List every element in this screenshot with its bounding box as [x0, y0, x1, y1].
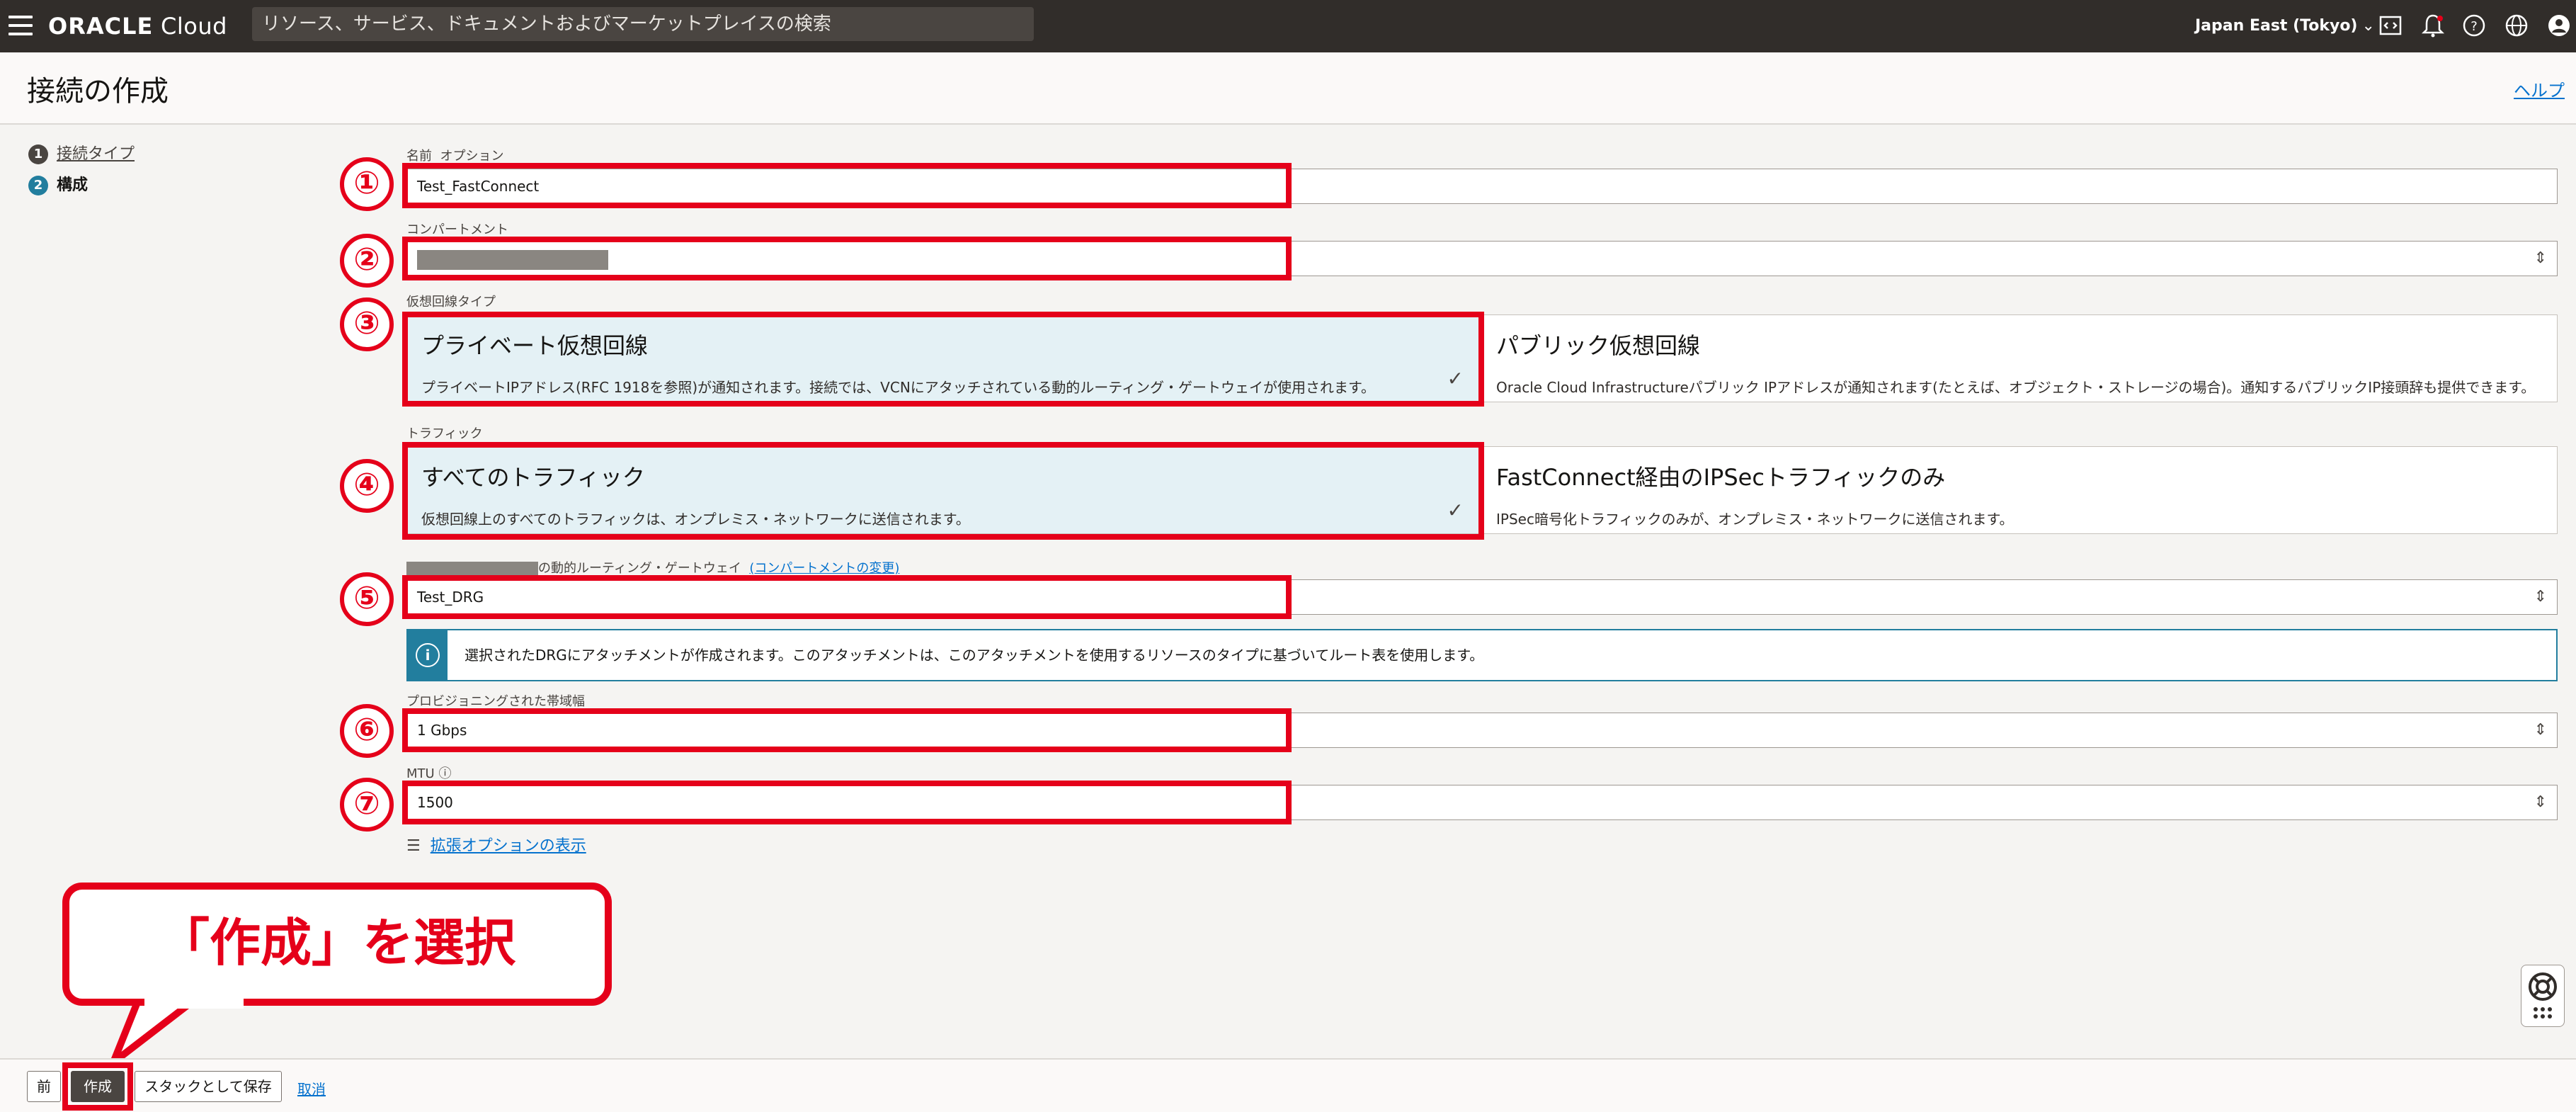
save-as-stack-button[interactable]: スタックとして保存 [135, 1071, 282, 1102]
option-description: Oracle Cloud Infrastructureパブリック IPアドレスが… [1496, 379, 2536, 396]
compartment-label: コンパートメント [406, 222, 508, 237]
annotation-number-7: ⑦ [340, 778, 394, 832]
highlight-box-mtu [402, 781, 1292, 824]
traffic-label: トラフィック [406, 426, 483, 441]
annotation-number-3: ③ [340, 297, 394, 351]
option-title: パブリック仮想回線 [1496, 332, 1701, 359]
highlight-box-traffic [402, 442, 1484, 540]
change-compartment-link[interactable]: (コンパートメントの変更) [749, 561, 899, 576]
annotation-number-2: ② [340, 234, 394, 288]
step-number: 2 [28, 176, 48, 195]
drg-label: の動的ルーティング・ゲートウェイ (コンパートメントの変更) [406, 558, 899, 577]
previous-button[interactable]: 前 [27, 1071, 61, 1102]
select-arrow-icon: ⇕ [2534, 793, 2547, 811]
redacted-compartment [406, 562, 538, 576]
bandwidth-label: プロビジョニングされた帯域幅 [406, 694, 585, 709]
svg-text:?: ? [2470, 19, 2478, 34]
highlight-box-bandwidth [402, 708, 1292, 752]
highlight-box-create [62, 1062, 133, 1111]
option-title: FastConnect経由のIPSecトラフィックのみ [1496, 464, 1946, 491]
help-icon[interactable]: ? [2460, 11, 2488, 40]
step-number: 1 [28, 144, 48, 164]
highlight-box-drg [402, 575, 1292, 619]
highlight-box-vc-type [402, 312, 1484, 407]
callout-text: 「作成」を選択 [158, 913, 515, 972]
page-header [0, 52, 2576, 125]
sliders-icon: ☰ [406, 837, 421, 855]
ipsec-traffic-option[interactable]: FastConnect経由のIPSecトラフィックのみ IPSec暗号化トラフィ… [1481, 446, 2558, 534]
public-vc-option[interactable]: パブリック仮想回線 Oracle Cloud Infrastructureパブリ… [1481, 314, 2558, 402]
annotation-number-6: ⑥ [340, 704, 394, 758]
callout-seam [144, 999, 244, 1009]
highlight-box-name [402, 163, 1292, 208]
cancel-link[interactable]: 取消 [297, 1078, 326, 1099]
code-editor-icon[interactable] [2376, 11, 2405, 40]
support-widget[interactable] [2521, 965, 2565, 1027]
highlight-box-compartment [402, 237, 1292, 280]
name-label: 名前 オプション [406, 149, 504, 164]
annotation-number-5: ⑤ [340, 572, 394, 626]
bottom-action-bar [0, 1058, 2576, 1112]
step-configuration: 2 構成 [28, 174, 88, 197]
info-icon: i [416, 643, 440, 667]
vc-type-label: 仮想回線タイプ [406, 295, 496, 310]
info-banner: i 選択されたDRGにアタッチメントが作成されます。このアタッチメントは、このア… [406, 629, 2558, 681]
step-connection-type[interactable]: 1 接続タイプ [28, 143, 135, 166]
notification-bell-icon[interactable] [2419, 11, 2447, 40]
step-label: 接続タイプ [57, 145, 135, 163]
user-avatar-icon[interactable] [2545, 11, 2573, 40]
annotation-number-1: ① [340, 157, 394, 211]
language-globe-icon[interactable] [2502, 11, 2531, 40]
search-input[interactable]: リソース、サービス、ドキュメントおよびマーケットプレイスの検索 [252, 7, 1034, 41]
menu-icon[interactable] [8, 16, 33, 35]
info-text: 選択されたDRGにアタッチメントが作成されます。このアタッチメントは、このアタッ… [465, 647, 1484, 664]
advanced-options-toggle[interactable]: ☰ 拡張オプションの表示 [406, 833, 586, 856]
oracle-cloud-logo[interactable]: ORACLE Cloud [48, 11, 227, 41]
step-label: 構成 [57, 176, 89, 194]
info-circle-icon[interactable]: ⓘ [438, 766, 451, 781]
help-link[interactable]: ヘルプ [2514, 76, 2565, 101]
select-arrow-icon: ⇕ [2534, 249, 2547, 267]
option-description: IPSec暗号化トラフィックのみが、オンプレミス・ネットワークに送信されます。 [1496, 511, 2014, 528]
info-icon-bar: i [408, 630, 448, 680]
mtu-label: MTU ⓘ [406, 766, 452, 781]
callout-balloon: 「作成」を選択 [62, 883, 612, 1006]
page-title: 接続の作成 [27, 75, 169, 108]
advanced-options-link[interactable]: 拡張オプションの表示 [431, 837, 586, 855]
select-arrow-icon: ⇕ [2534, 588, 2547, 606]
select-arrow-icon: ⇕ [2534, 721, 2547, 739]
annotation-number-4: ④ [340, 459, 394, 513]
region-selector[interactable]: Japan East (Tokyo) ⌄ [2195, 13, 2375, 40]
